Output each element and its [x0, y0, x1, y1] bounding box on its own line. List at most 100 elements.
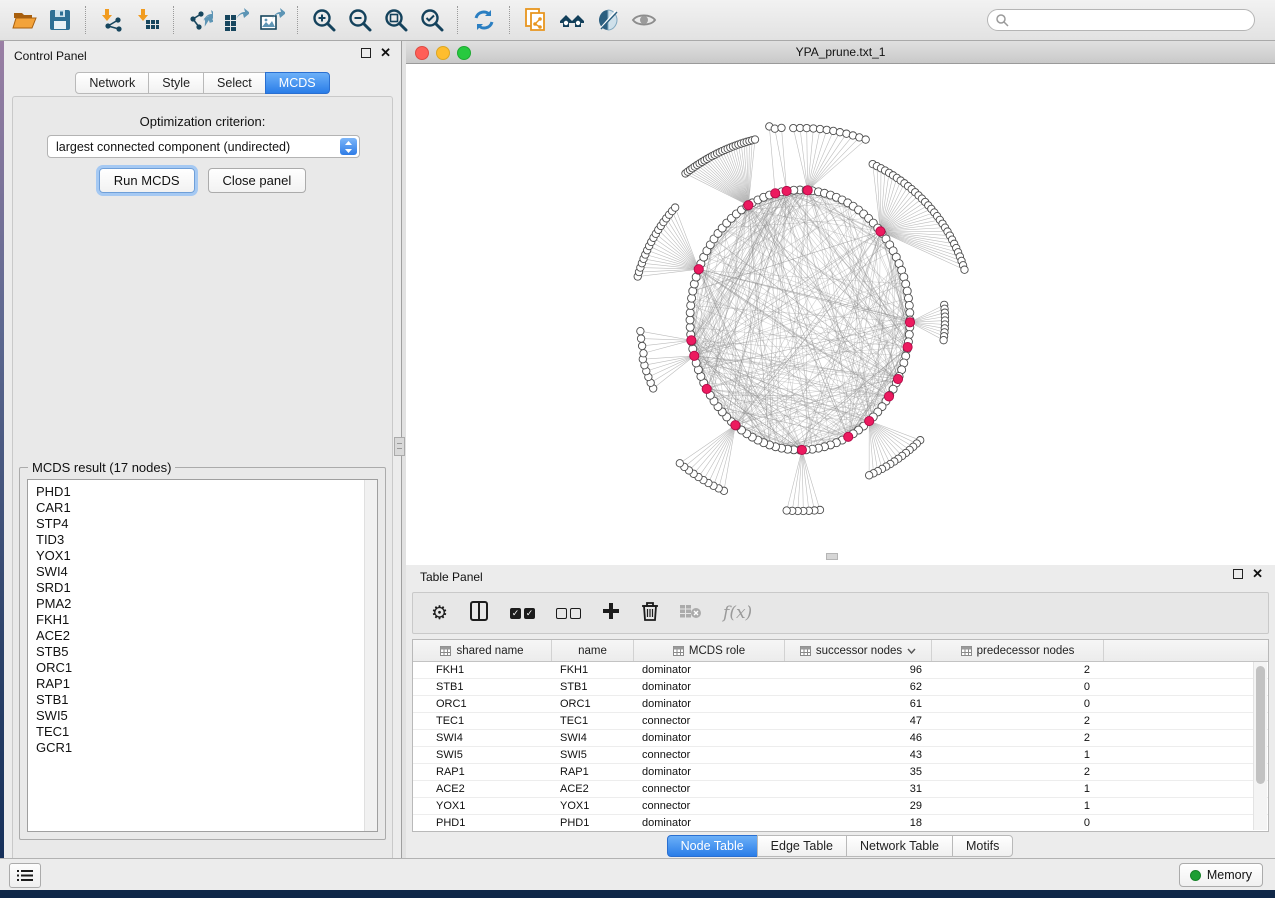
close-panel-button[interactable]: Close panel [208, 168, 307, 193]
add-column-icon[interactable] [602, 602, 620, 625]
table-settings-gear-icon[interactable]: ⚙ [431, 604, 448, 623]
log-console-button[interactable] [9, 863, 41, 888]
import-table-icon[interactable] [130, 5, 166, 35]
column-label: predecessor nodes [977, 645, 1075, 657]
mcds-node-item[interactable]: FKH1 [36, 612, 72, 628]
search-input[interactable] [987, 9, 1255, 31]
hide-details-icon[interactable] [590, 5, 626, 35]
tab-network[interactable]: Network [75, 72, 149, 94]
delete-column-trash-icon[interactable] [641, 601, 659, 626]
tab-edge-table[interactable]: Edge Table [757, 835, 847, 857]
tab-select[interactable]: Select [203, 72, 266, 94]
toolbar-separator [173, 6, 175, 34]
network-view-canvas[interactable] [406, 64, 1275, 565]
mcds-result-list[interactable]: PHD1CAR1STP4TID3YOX1SWI4SRD1PMA2FKH1ACE2… [27, 479, 378, 832]
close-panel-icon[interactable]: ✕ [380, 48, 391, 58]
table-row[interactable]: PHD1PHD1dominator180 [413, 815, 1268, 832]
table-row[interactable]: YOX1YOX1connector291 [413, 798, 1268, 815]
run-mcds-button[interactable]: Run MCDS [99, 168, 195, 193]
cell-successor-nodes: 18 [785, 815, 932, 831]
show-columns-icon[interactable] [469, 601, 489, 626]
mcds-node-item[interactable]: SRD1 [36, 580, 72, 596]
export-table-icon[interactable] [218, 5, 254, 35]
mcds-node-item[interactable]: PMA2 [36, 596, 72, 612]
tab-network-table[interactable]: Network Table [846, 835, 953, 857]
network-window-titlebar[interactable]: YPA_prune.txt_1 [406, 41, 1275, 64]
mcds-node-item[interactable]: ACE2 [36, 628, 72, 644]
column-type-icon [961, 646, 972, 656]
mcds-node-item[interactable]: ORC1 [36, 660, 72, 676]
divider-grip-icon[interactable] [394, 437, 405, 456]
tab-motifs[interactable]: Motifs [952, 835, 1013, 857]
table-row[interactable]: ORC1ORC1dominator610 [413, 696, 1268, 713]
tab-node-table[interactable]: Node Table [667, 835, 758, 857]
import-network-icon[interactable] [94, 5, 130, 35]
mcds-node-item[interactable]: TEC1 [36, 724, 72, 740]
sort-descending-icon [907, 648, 916, 654]
mcds-node-item[interactable]: GCR1 [36, 740, 72, 756]
criterion-select[interactable]: largest connected component (undirected) [47, 135, 360, 158]
cell-shared-name: ORC1 [413, 696, 552, 712]
table-row[interactable]: SWI4SWI4dominator462 [413, 730, 1268, 747]
mcds-node-item[interactable]: STP4 [36, 516, 72, 532]
zoom-in-icon[interactable] [306, 5, 342, 35]
cell-name: PHD1 [552, 815, 634, 831]
criterion-selected-value: largest connected component (undirected) [48, 140, 340, 154]
table-scrollbar-thumb[interactable] [1256, 666, 1265, 784]
open-file-icon[interactable] [6, 5, 42, 35]
float-panel-icon[interactable] [1233, 569, 1243, 579]
close-panel-icon[interactable]: ✕ [1252, 569, 1263, 579]
table-row[interactable]: FKH1FKH1dominator962 [413, 662, 1268, 679]
cell-predecessor-nodes: 1 [932, 747, 1104, 763]
column-label: shared name [456, 645, 523, 657]
clone-network-icon[interactable] [518, 5, 554, 35]
mcds-node-item[interactable]: TID3 [36, 532, 72, 548]
first-neighbors-icon[interactable] [554, 5, 590, 35]
zoom-selected-icon[interactable] [414, 5, 450, 35]
table-row[interactable]: SWI5SWI5connector431 [413, 747, 1268, 764]
mcds-node-item[interactable]: PHD1 [36, 484, 72, 500]
deselect-all-rows-icon[interactable] [556, 608, 581, 619]
mcds-node-item[interactable]: SWI5 [36, 708, 72, 724]
apply-style-refresh-icon[interactable] [466, 5, 502, 35]
cell-shared-name: FKH1 [413, 662, 552, 678]
zoom-fit-icon[interactable] [378, 5, 414, 35]
function-builder-icon: f(x) [723, 603, 752, 623]
tab-mcds[interactable]: MCDS [265, 72, 330, 94]
float-panel-icon[interactable] [361, 48, 371, 58]
main-toolbar [0, 0, 1275, 41]
export-image-icon[interactable] [254, 5, 290, 35]
column-header-predecessor-nodes[interactable]: predecessor nodes [932, 640, 1104, 661]
memory-button[interactable]: Memory [1179, 863, 1263, 887]
export-network-icon[interactable] [182, 5, 218, 35]
mcds-node-item[interactable]: SWI4 [36, 564, 72, 580]
cell-mcds-role: connector [634, 747, 785, 763]
column-header-shared-name[interactable]: shared name [413, 640, 552, 661]
mcds-node-item[interactable]: CAR1 [36, 500, 72, 516]
table-row[interactable]: TEC1TEC1connector472 [413, 713, 1268, 730]
cell-name: ACE2 [552, 781, 634, 797]
mcds-node-item[interactable]: RAP1 [36, 676, 72, 692]
cell-mcds-role: dominator [634, 662, 785, 678]
column-header-successor-nodes[interactable]: successor nodes [785, 640, 932, 661]
show-details-eye-icon[interactable] [626, 5, 662, 35]
divider-grip-horizontal-icon[interactable] [826, 553, 838, 560]
select-all-rows-icon[interactable]: ✓✓ [510, 608, 535, 619]
cell-successor-nodes: 35 [785, 764, 932, 780]
save-session-icon[interactable] [42, 5, 78, 35]
mcds-node-item[interactable]: YOX1 [36, 548, 72, 564]
result-list-scrollbar[interactable] [364, 480, 377, 831]
table-row[interactable]: STB1STB1dominator620 [413, 679, 1268, 696]
table-row[interactable]: ACE2ACE2connector311 [413, 781, 1268, 798]
mcds-node-item[interactable]: STB5 [36, 644, 72, 660]
column-header-mcds-role[interactable]: MCDS role [634, 640, 785, 661]
zoom-out-icon[interactable] [342, 5, 378, 35]
mcds-node-item[interactable]: STB1 [36, 692, 72, 708]
column-header-name[interactable]: name [552, 640, 634, 661]
tab-style[interactable]: Style [148, 72, 204, 94]
cell-predecessor-nodes: 0 [932, 696, 1104, 712]
cell-predecessor-nodes: 2 [932, 730, 1104, 746]
cell-predecessor-nodes: 0 [932, 815, 1104, 831]
table-row[interactable]: RAP1RAP1dominator352 [413, 764, 1268, 781]
table-scrollbar[interactable] [1253, 662, 1267, 830]
